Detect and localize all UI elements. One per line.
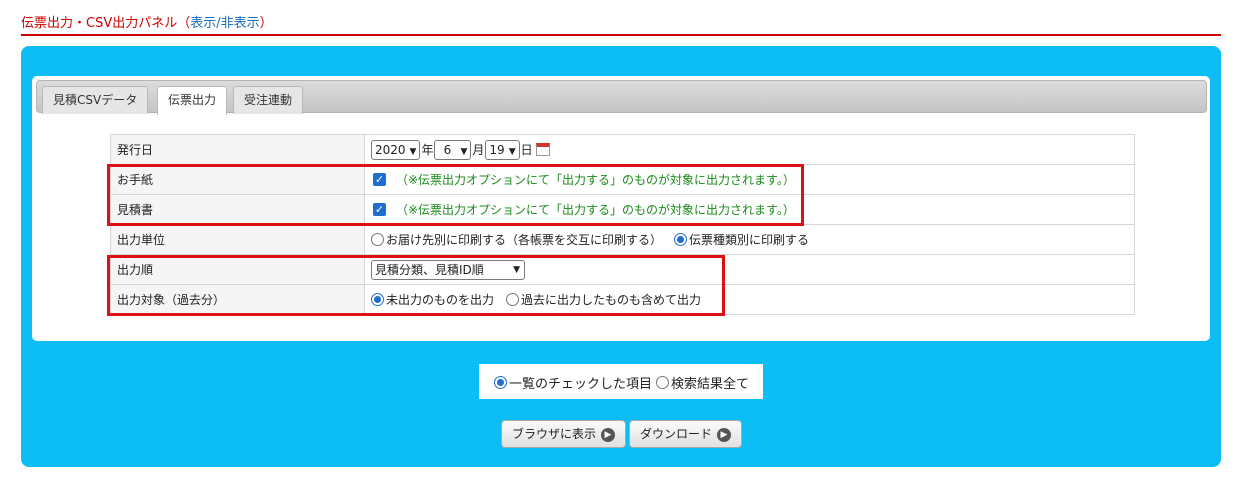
chevron-down-icon: ▼ [513,264,520,275]
chevron-down-icon: ▼ [409,146,417,157]
row-estimate: 見積書 ✓ （※伝票出力オプションにて「出力する」のものが対象に出力されます。） [110,194,1135,225]
tab-card: 見積CSVデータ 伝票出力 受注連動 発行日 2020 ▼ 年 6 ▼ 月 19 ▼ 日 お手紙… [32,76,1210,341]
estimate-checkbox[interactable]: ✓ [373,203,386,216]
output-unit-radio-by-slip-type[interactable] [674,233,688,246]
day-value: 19 [489,142,505,157]
output-target-radio-include-past[interactable] [506,293,520,306]
issue-date-value: 2020 ▼ 年 6 ▼ 月 19 ▼ 日 [364,134,1135,165]
output-unit-option2-label: 伝票種類別に印刷する [689,233,810,247]
slip-output-form: 発行日 2020 ▼ 年 6 ▼ 月 19 ▼ 日 お手紙 ✓ （※伝票出力オプションにて「出力す… [110,134,1135,315]
estimate-label: 見積書 [110,194,365,225]
scope-selector: 一覧のチェックした項目 検索結果全て [479,364,763,399]
download-button[interactable]: ダウンロード ▶ [629,420,743,448]
output-unit-label: 出力単位 [110,224,365,255]
year-select[interactable]: 2020 ▼ [371,139,421,160]
show-in-browser-button[interactable]: ブラウザに表示 ▶ [501,420,627,448]
panel-title: 伝票出力・CSV出力パネル（表示/非表示） [21,12,273,31]
toggle-visibility-link[interactable]: 表示/非表示 [190,16,259,31]
scope-radio-all-results[interactable] [656,376,670,389]
tab-estimate-csv[interactable]: 見積CSVデータ [42,86,149,114]
output-target-option1-label: 未出力のものを出力 [386,293,495,307]
tab-order-link[interactable]: 受注連動 [233,86,304,114]
output-panel: 見積CSVデータ 伝票出力 受注連動 発行日 2020 ▼ 年 6 ▼ 月 19 ▼ 日 お手紙… [21,46,1221,467]
scope-option1-label: 一覧のチェックした項目 [509,377,653,392]
output-unit-option1-label: お届け先別に印刷する（各帳票を交互に印刷する） [386,233,663,247]
output-unit-radio-by-destination[interactable] [371,233,384,246]
output-order-label: 出力順 [110,254,365,285]
chevron-down-icon: ▼ [508,146,516,157]
letter-value: ✓ （※伝票出力オプションにて「出力する」のものが対象に出力されます。） [364,164,1135,195]
year-unit: 年 [421,143,434,157]
estimate-value: ✓ （※伝票出力オプションにて「出力する」のものが対象に出力されます。） [364,194,1135,225]
estimate-note: （※伝票出力オプションにて「出力する」のものが対象に出力されます。） [396,203,795,217]
row-letter: お手紙 ✓ （※伝票出力オプションにて「出力する」のものが対象に出力されます。） [110,164,1135,195]
panel-title-text: 伝票出力・CSV出力パネル（ [21,16,191,31]
calendar-icon[interactable] [535,143,550,156]
output-order-select[interactable]: 見積分類、見積ID順 ▼ [371,259,525,280]
panel-header: 伝票出力・CSV出力パネル（表示/非表示） [21,10,1221,36]
output-target-label: 出力対象（過去分） [110,284,365,315]
row-output-order: 出力順 見積分類、見積ID順 ▼ [110,254,1135,285]
download-label: ダウンロード [640,427,713,441]
output-order-value: 見積分類、見積ID順 ▼ [364,254,1135,285]
month-unit: 月 [472,143,485,157]
output-target-radio-unprinted[interactable] [371,293,384,306]
letter-note: （※伝票出力オプションにて「出力する」のものが対象に出力されます。） [396,173,795,187]
row-output-unit: 出力単位 お届け先別に印刷する（各帳票を交互に印刷する） 伝票種類別に印刷する [110,224,1135,255]
arrow-right-icon: ▶ [717,427,732,442]
arrow-right-icon: ▶ [601,427,616,442]
output-order-selected: 見積分類、見積ID順 [375,262,484,277]
panel-title-close: ） [259,16,273,31]
letter-checkbox[interactable]: ✓ [373,173,386,186]
month-select[interactable]: 6 ▼ [434,139,472,160]
month-value: 6 [443,142,452,157]
tab-slip-output[interactable]: 伝票出力 [157,86,228,115]
chevron-down-icon: ▼ [460,146,468,157]
day-unit: 日 [520,143,533,157]
output-unit-value: お届け先別に印刷する（各帳票を交互に印刷する） 伝票種類別に印刷する [364,224,1135,255]
scope-option2-label: 検索結果全て [671,377,750,392]
tab-bar: 見積CSVデータ 伝票出力 受注連動 [36,80,1207,115]
output-target-option2-label: 過去に出力したものも含めて出力 [521,293,702,307]
row-output-target: 出力対象（過去分） 未出力のものを出力 過去に出力したものも含めて出力 [110,284,1135,315]
scope-radio-checked-items[interactable] [494,376,507,389]
show-in-browser-label: ブラウザに表示 [512,427,597,441]
issue-date-label: 発行日 [110,134,365,165]
day-select[interactable]: 19 ▼ [485,139,520,160]
letter-label: お手紙 [110,164,365,195]
year-value: 2020 [375,142,406,157]
row-issue-date: 発行日 2020 ▼ 年 6 ▼ 月 19 ▼ 日 [110,134,1135,165]
output-target-value: 未出力のものを出力 過去に出力したものも含めて出力 [364,284,1135,315]
